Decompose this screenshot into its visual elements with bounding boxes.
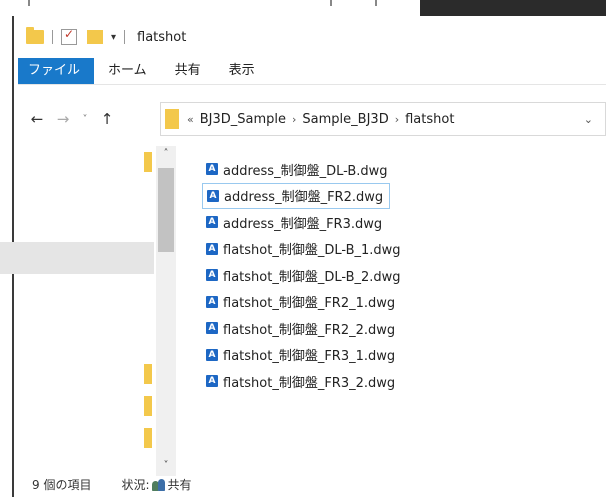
file-name: flatshot_制御盤_DL-B_1.dwg bbox=[223, 243, 401, 259]
dwg-file-icon: A bbox=[206, 295, 218, 308]
state-label: 状況: bbox=[121, 478, 150, 492]
folder-icon bbox=[165, 109, 179, 129]
file-item[interactable]: A flatshot_制御盤_FR3_2.dwg bbox=[202, 368, 401, 395]
quick-access-dropdown[interactable]: ▾ bbox=[111, 32, 116, 43]
file-item[interactable]: A flatshot_制御盤_FR2_2.dwg bbox=[202, 315, 401, 342]
dwg-file-icon: A bbox=[207, 189, 219, 202]
back-arrow-icon[interactable]: ← bbox=[24, 110, 50, 128]
breadcrumb-chevron-icon[interactable]: › bbox=[395, 113, 399, 126]
background-divider bbox=[28, 0, 30, 6]
navigation-pane bbox=[0, 146, 158, 466]
breadcrumb-chevron-icon[interactable]: › bbox=[292, 113, 296, 126]
file-name: address_制御盤_DL-B.dwg bbox=[223, 163, 388, 179]
tab-view[interactable]: 表示 bbox=[215, 58, 269, 84]
share-state: 状況: 共有 bbox=[121, 476, 191, 493]
file-name: flatshot_制御盤_FR3_1.dwg bbox=[223, 349, 396, 365]
file-item[interactable]: A flatshot_制御盤_DL-B_1.dwg bbox=[202, 236, 407, 263]
dwg-file-icon: A bbox=[206, 216, 218, 229]
dwg-file-icon: A bbox=[206, 348, 218, 361]
file-name: flatshot_制御盤_DL-B_2.dwg bbox=[223, 269, 401, 285]
file-name: flatshot_制御盤_FR2_1.dwg bbox=[223, 296, 396, 312]
nav-folder-icon[interactable] bbox=[144, 428, 152, 448]
scroll-up-icon[interactable]: ˄ bbox=[156, 148, 176, 164]
nav-folder-icon[interactable] bbox=[144, 152, 152, 172]
file-name: flatshot_制御盤_FR3_2.dwg bbox=[223, 375, 396, 391]
new-folder-icon[interactable] bbox=[87, 30, 103, 44]
background-divider bbox=[375, 0, 377, 6]
tab-share[interactable]: 共有 bbox=[161, 58, 215, 84]
file-item[interactable]: A address_制御盤_FR3.dwg bbox=[202, 209, 388, 236]
background-dark-region bbox=[420, 0, 606, 16]
window-title: flatshot bbox=[137, 29, 187, 45]
file-item[interactable]: A address_制御盤_DL-B.dwg bbox=[202, 156, 394, 183]
breadcrumb-item[interactable]: BJ3D_Sample bbox=[200, 112, 286, 127]
background-window-strip bbox=[0, 0, 606, 16]
recent-locations-chevron-icon[interactable]: ˅ bbox=[76, 114, 94, 125]
file-item[interactable]: A flatshot_制御盤_FR2_1.dwg bbox=[202, 289, 401, 316]
up-arrow-icon[interactable]: ↑ bbox=[94, 110, 120, 128]
folder-icon bbox=[26, 27, 44, 44]
file-name: flatshot_制御盤_FR2_2.dwg bbox=[223, 322, 396, 338]
tab-file[interactable]: ファイル bbox=[18, 58, 95, 84]
file-explorer-window: ▾ flatshot ファイル ホーム 共有 表示 ← → ˅ ↑ « BJ3D… bbox=[0, 16, 606, 497]
dwg-file-icon: A bbox=[206, 375, 218, 388]
dwg-file-icon: A bbox=[206, 242, 218, 255]
file-item-selected[interactable]: A address_制御盤_FR2.dwg bbox=[202, 182, 391, 209]
breadcrumb-item[interactable]: Sample_BJ3D bbox=[302, 112, 388, 127]
title-bar: ▾ flatshot bbox=[18, 16, 606, 58]
shared-users-icon bbox=[151, 478, 166, 491]
file-item[interactable]: A flatshot_制御盤_DL-B_2.dwg bbox=[202, 262, 407, 289]
dwg-file-icon: A bbox=[206, 269, 218, 282]
file-list: A address_制御盤_DL-B.dwg A address_制御盤_FR2… bbox=[202, 156, 606, 395]
toolbar-separator bbox=[124, 30, 126, 44]
toolbar-separator bbox=[52, 30, 53, 44]
file-name: address_制御盤_FR3.dwg bbox=[223, 216, 383, 232]
nav-pane-scrollbar[interactable]: ˄ ˅ bbox=[156, 146, 176, 476]
address-dropdown-icon[interactable]: ⌄ bbox=[584, 113, 593, 126]
background-divider bbox=[330, 0, 332, 6]
breadcrumb-item[interactable]: flatshot bbox=[405, 112, 454, 127]
status-bar: 9 個の項目 状況: 共有 bbox=[18, 472, 606, 497]
properties-icon[interactable] bbox=[61, 27, 77, 45]
tab-home[interactable]: ホーム bbox=[94, 58, 161, 84]
nav-folder-icon[interactable] bbox=[144, 396, 152, 416]
nav-folder-icon[interactable] bbox=[144, 364, 152, 384]
file-name: address_制御盤_FR2.dwg bbox=[224, 190, 384, 206]
state-value: 共有 bbox=[167, 478, 192, 492]
dwg-file-icon: A bbox=[206, 163, 218, 176]
forward-arrow-icon[interactable]: → bbox=[50, 110, 76, 128]
nav-pane-selected-item[interactable] bbox=[0, 242, 154, 274]
file-item[interactable]: A flatshot_制御盤_FR3_1.dwg bbox=[202, 342, 401, 369]
breadcrumb-overflow[interactable]: « bbox=[187, 113, 194, 126]
item-count: 9 個の項目 bbox=[32, 478, 92, 492]
scrollbar-thumb[interactable] bbox=[158, 168, 174, 252]
dwg-file-icon: A bbox=[206, 322, 218, 335]
address-bar[interactable]: « BJ3D_Sample › Sample_BJ3D › flatshot ⌄ bbox=[160, 102, 606, 136]
ribbon-tabs: ファイル ホーム 共有 表示 bbox=[18, 58, 606, 85]
navigation-bar: ← → ˅ ↑ « BJ3D_Sample › Sample_BJ3D › fl… bbox=[18, 102, 606, 136]
